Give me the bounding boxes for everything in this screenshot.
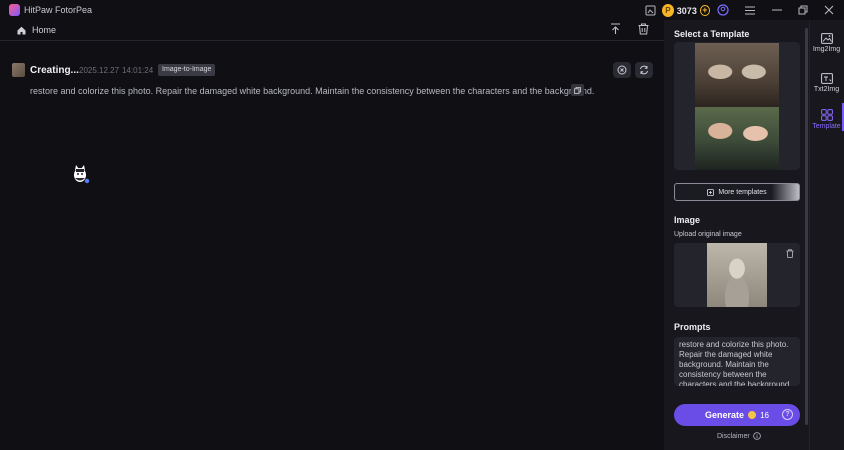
disclaimer-label: Disclaimer [717, 432, 750, 440]
minimize-icon[interactable] [768, 2, 786, 18]
app-title: HitPaw FotorPea [24, 5, 93, 15]
generate-button[interactable]: Generate 16 ? [674, 404, 800, 426]
home-label: Home [32, 25, 57, 35]
loading-mascot-icon [71, 162, 91, 184]
template-after-image [695, 107, 779, 170]
app-logo-icon [9, 4, 20, 16]
panel-scrollbar[interactable] [805, 28, 808, 425]
remove-image-icon[interactable] [786, 249, 794, 258]
template-grid-icon [820, 108, 833, 121]
image-heading: Image [674, 215, 701, 225]
nav-txt2img[interactable]: Txt2Img [809, 63, 844, 103]
template-heading: Select a Template [674, 29, 750, 39]
more-templates-label: More templates [718, 188, 767, 196]
copy-prompt-button[interactable] [571, 84, 584, 96]
template-before-image [695, 43, 779, 107]
prompt-textarea[interactable]: restore and colorize this photo. Repair … [674, 337, 800, 386]
coin-icon [748, 411, 757, 419]
task-time: 14:01:24 [122, 66, 154, 75]
nav-img2img-label: Img2Img [812, 46, 841, 53]
upload-image-area[interactable] [674, 243, 800, 307]
add-coins-icon[interactable]: + [699, 5, 710, 16]
txt2img-icon [820, 73, 833, 84]
close-icon[interactable] [820, 2, 838, 18]
delete-all-icon[interactable] [636, 22, 650, 36]
prompts-heading: Prompts [674, 322, 711, 332]
account-icon[interactable] [714, 2, 732, 18]
generate-cost: 16 [760, 410, 769, 420]
regenerate-button[interactable] [635, 62, 653, 78]
uploaded-image [707, 243, 767, 307]
task-status-title: Creating... [30, 65, 79, 76]
coin-icon: P [662, 4, 674, 17]
title-bar: HitPaw FotorPea P 3073 + [0, 0, 844, 20]
gallery-icon[interactable] [641, 2, 659, 18]
home-icon [17, 26, 26, 34]
info-icon [752, 432, 761, 440]
upload-top-icon[interactable] [608, 22, 622, 36]
restore-icon[interactable] [794, 2, 812, 18]
task-thumbnail [12, 63, 25, 77]
templates-icon [707, 188, 715, 196]
disclaimer-link[interactable]: Disclaimer [717, 432, 761, 440]
menu-icon[interactable] [741, 2, 759, 18]
copy-icon [574, 86, 581, 94]
img2img-icon [820, 33, 833, 44]
nav-template-label: Template [812, 122, 841, 130]
task-mode-badge: Image-to-Image [158, 64, 216, 76]
task-prompt-text: restore and colorize this photo. Repair … [30, 86, 595, 96]
cancel-icon [617, 65, 627, 75]
refresh-icon [640, 65, 648, 75]
coin-count: 3073 [676, 5, 697, 16]
coin-balance[interactable]: P 3073 + [662, 3, 710, 18]
help-icon[interactable]: ? [782, 409, 793, 420]
home-link[interactable]: Home [17, 25, 56, 35]
upload-label: Upload original image [674, 231, 742, 238]
task-date: 2025.12.27 [79, 66, 120, 75]
nav-template[interactable]: Template [809, 99, 844, 139]
cancel-task-button[interactable] [613, 62, 631, 78]
header-divider [0, 40, 664, 41]
selected-template[interactable] [674, 42, 800, 170]
nav-txt2img-label: Txt2Img [813, 86, 840, 93]
more-templates-button[interactable]: More templates [674, 183, 800, 201]
nav-img2img[interactable]: Img2Img [809, 23, 844, 63]
generate-label: Generate [705, 410, 745, 420]
